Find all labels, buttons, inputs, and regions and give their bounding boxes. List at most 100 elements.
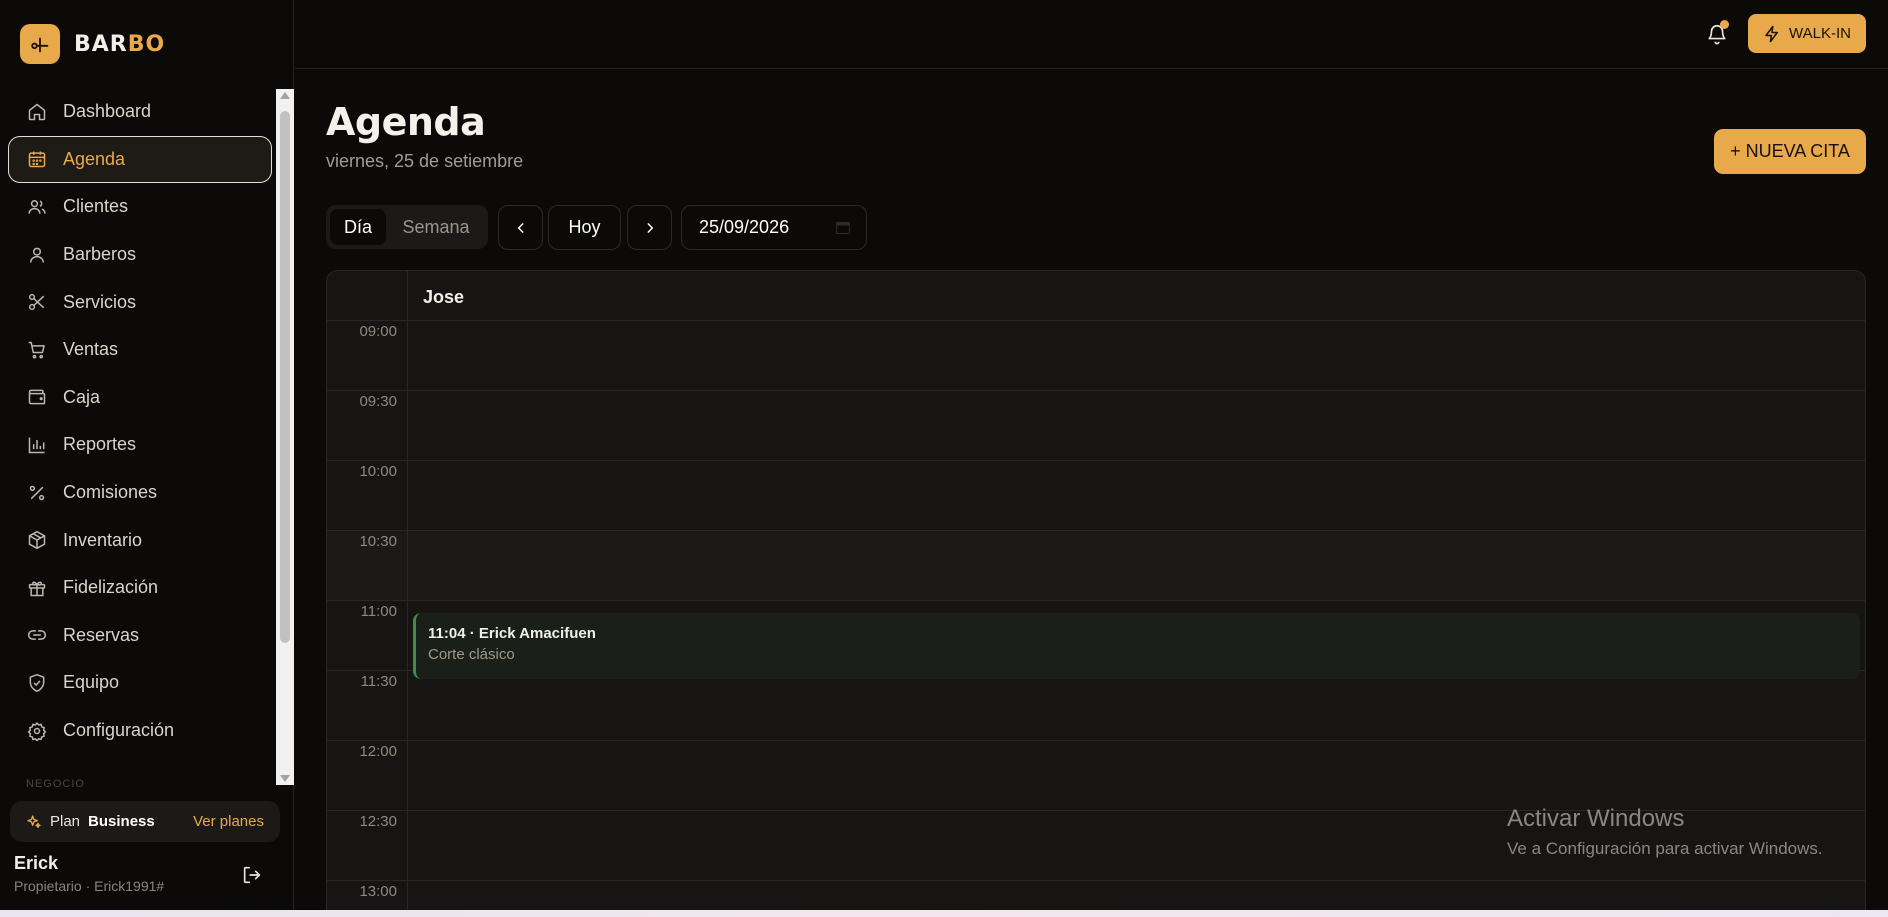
sidebar-item-label: Barberos <box>63 244 137 265</box>
time-slot-row[interactable]: 11:30 <box>327 671 1865 741</box>
time-label: 12:00 <box>359 743 397 760</box>
sidebar-item-dashboard[interactable]: Dashboard <box>8 88 272 136</box>
previous-day-button[interactable] <box>498 205 543 250</box>
time-slot-row[interactable]: 09:00 <box>327 321 1865 391</box>
gear-icon <box>27 721 47 741</box>
logout-icon[interactable] <box>241 864 263 886</box>
time-slot-row[interactable]: 10:00 <box>327 461 1865 531</box>
sidebar-item-ventas[interactable]: Ventas <box>8 326 272 374</box>
sidebar-item-configuracion[interactable]: Configuración <box>8 707 272 755</box>
lightning-icon <box>1765 25 1779 42</box>
wallet-icon <box>28 389 46 405</box>
brand-name: BARBO <box>74 31 166 57</box>
appointment-card[interactable]: 11:04 · Erick Amacifuen Corte clásico <box>413 613 1860 679</box>
time-label: 10:30 <box>359 533 397 550</box>
sidebar-item-comisiones[interactable]: Comisiones <box>8 469 272 517</box>
appointment-service: Corte clásico <box>428 646 515 663</box>
sidebar-item-label: Equipo <box>63 672 120 693</box>
user-icon <box>30 247 44 263</box>
bar-chart-icon <box>28 437 45 454</box>
sidebar-item-reportes[interactable]: Reportes <box>8 421 272 469</box>
time-label: 10:00 <box>359 463 397 480</box>
sidebar-item-label: Comisiones <box>63 482 158 503</box>
sidebar-item-fidelizacion[interactable]: Fidelización <box>8 564 272 612</box>
next-day-button[interactable] <box>627 205 672 250</box>
user-role: Propietario · Erick1991# <box>14 878 165 894</box>
time-label: 11:30 <box>360 673 397 690</box>
users-icon <box>28 199 46 214</box>
date-picker-input[interactable]: 25/09/2026 <box>681 205 867 250</box>
plan-label: Plan <box>50 813 81 830</box>
sidebar-item-inventario[interactable]: Inventario <box>8 516 272 564</box>
plan-box: Plan Business Ver planes <box>10 801 280 842</box>
page-subtitle-date: viernes, 25 de setiembre <box>326 151 524 171</box>
gift-icon <box>28 581 46 596</box>
barber-column-header: Jose <box>423 287 465 307</box>
sidebar-item-label: Ventas <box>63 339 119 360</box>
sidebar-item-label: Agenda <box>63 148 126 169</box>
bottom-edge <box>0 910 1888 917</box>
plan-name: Business <box>88 813 155 830</box>
time-label: 09:30 <box>359 393 397 410</box>
sidebar: BARBO Dashboard Agenda Clientes Barberos… <box>0 0 294 917</box>
percent-icon <box>29 485 45 500</box>
sidebar-item-label: Configuración <box>63 720 175 741</box>
sidebar-item-agenda[interactable]: Agenda <box>8 135 272 184</box>
logo[interactable]: BARBO <box>20 24 165 64</box>
sidebar-item-label: Reservas <box>63 624 140 645</box>
sidebar-item-label: Clientes <box>63 196 129 217</box>
home-icon <box>28 103 46 121</box>
sidebar-item-clientes[interactable]: Clientes <box>8 183 272 231</box>
windows-activation-watermark: Activar Windows Ve a Configuración para … <box>1507 805 1823 859</box>
calendar-picker-icon[interactable] <box>836 221 850 234</box>
sidebar-item-label: Caja <box>63 386 101 407</box>
shield-icon <box>29 673 45 693</box>
walk-in-button[interactable]: WALK-IN <box>1748 14 1866 53</box>
user-name: Erick <box>14 853 59 873</box>
sparkles-icon <box>27 814 41 828</box>
watermark-title: Activar Windows <box>1507 805 1685 832</box>
sidebar-item-label: Dashboard <box>63 101 152 122</box>
time-column-divider <box>407 271 408 917</box>
nav-section-label: NEGOCIO <box>26 778 85 788</box>
sidebar-item-caja[interactable]: Caja <box>8 374 272 422</box>
scroll-up-arrow-icon[interactable] <box>280 92 290 99</box>
calendar-header: Jose <box>327 271 1865 321</box>
sidebar-item-label: Fidelización <box>63 577 159 598</box>
sidebar-item-label: Inventario <box>63 529 143 550</box>
time-slot-row[interactable]: 12:00 <box>327 741 1865 811</box>
box-icon <box>28 531 46 550</box>
today-button[interactable]: Hoy <box>548 205 621 250</box>
time-label: 12:30 <box>359 813 397 830</box>
time-slot-row[interactable]: 10:30 <box>327 531 1865 601</box>
notification-dot <box>1720 20 1729 29</box>
chevron-right-icon <box>647 222 653 233</box>
scroll-down-arrow-icon[interactable] <box>280 775 290 782</box>
link-icon <box>27 630 47 641</box>
sidebar-item-servicios[interactable]: Servicios <box>8 278 272 326</box>
calendar-icon <box>28 151 46 168</box>
time-label: 13:00 <box>359 883 397 900</box>
watermark-subtitle: Ve a Configuración para activar Windows. <box>1507 839 1823 858</box>
logo-icon <box>20 24 60 64</box>
sidebar-nav: Dashboard Agenda Clientes Barberos Servi… <box>8 88 272 788</box>
sidebar-item-barberos[interactable]: Barberos <box>8 231 272 279</box>
appointment-title: 11:04 · Erick Amacifuen <box>428 625 596 642</box>
time-label: 09:00 <box>359 323 397 340</box>
sidebar-item-reservas[interactable]: Reservas <box>8 612 272 660</box>
scrollbar-thumb[interactable] <box>280 111 290 643</box>
chevron-left-icon <box>517 222 523 233</box>
view-toggle: Día Semana <box>326 205 488 249</box>
new-appointment-button[interactable]: + NUEVA CITA <box>1714 129 1866 174</box>
cart-icon <box>28 341 45 359</box>
sidebar-item-equipo[interactable]: Equipo <box>8 659 272 707</box>
time-slot-row[interactable]: 09:30 <box>327 391 1865 461</box>
ver-planes-link[interactable]: Ver planes <box>193 813 264 830</box>
time-label: 11:00 <box>360 603 397 620</box>
tab-day[interactable]: Día <box>330 209 386 245</box>
sidebar-scrollbar[interactable] <box>276 89 294 785</box>
user-info: Erick Propietario · Erick1991# <box>14 853 164 894</box>
top-bar <box>295 0 1888 69</box>
tab-week[interactable]: Semana <box>388 209 484 245</box>
scissors-icon <box>28 294 45 311</box>
